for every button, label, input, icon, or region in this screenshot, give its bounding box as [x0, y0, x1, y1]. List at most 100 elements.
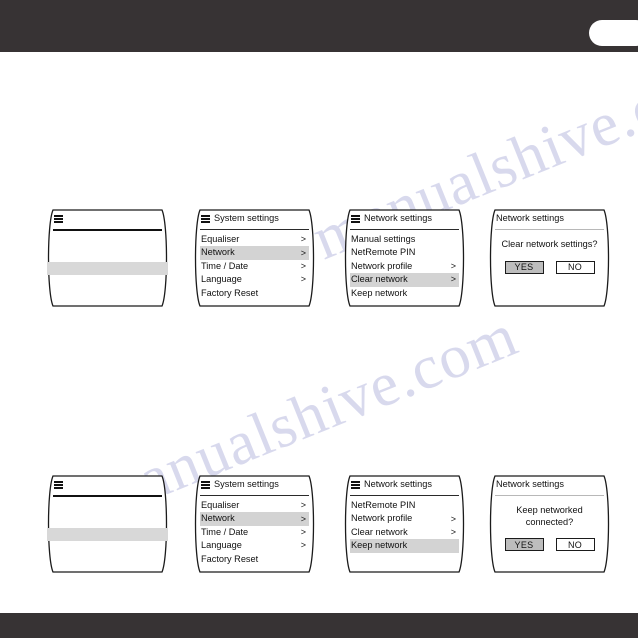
- menu-item-label: Equaliser: [201, 500, 240, 511]
- screen-title-row: [53, 212, 162, 226]
- chevron-right-icon: >: [300, 513, 306, 524]
- hamburger-menu-icon: [351, 215, 360, 223]
- screen-title: System settings: [214, 213, 279, 224]
- menu-item-network[interactable]: Network >: [200, 246, 309, 260]
- device-screen-network-settings-bottom: Network settings NetRemote PIN Network pro…: [343, 474, 466, 574]
- screen-content: [47, 212, 168, 304]
- menu-item-label: Language: [201, 274, 242, 285]
- flow-row-clear-network: System settings Equaliser > Network > Time / …: [0, 208, 638, 318]
- menu-item-label: Factory Reset: [201, 553, 259, 564]
- menu-item-label: Network: [201, 247, 235, 258]
- title-divider: [200, 229, 309, 230]
- menu-item-label: Time / Date: [201, 526, 249, 537]
- menu-list: Manual settings NetRemote PIN Network prof…: [350, 233, 459, 300]
- screen-title: Network settings: [496, 213, 564, 224]
- hamburger-menu-icon: [351, 481, 360, 489]
- menu-item-language[interactable]: Language >: [200, 273, 309, 286]
- menu-item-factory-reset[interactable]: Factory Reset: [200, 287, 309, 300]
- menu-item-time-date[interactable]: Time / Date >: [200, 260, 309, 273]
- device-screen-now-playing-blank-top: [46, 208, 169, 308]
- flow-row-keep-network: System settings Equaliser > Network > Time / …: [0, 474, 638, 584]
- menu-item-label: NetRemote PIN: [351, 500, 416, 511]
- menu-item-network[interactable]: Network >: [200, 512, 309, 526]
- menu-item-label: Network: [201, 513, 235, 524]
- chevron-right-icon: >: [300, 234, 306, 245]
- menu-item-network-profile[interactable]: Network profile >: [350, 512, 459, 525]
- screen-title: System settings: [214, 479, 279, 490]
- device-screen-now-playing-blank-bottom: [46, 474, 169, 574]
- now-playing-highlight-bar: [47, 262, 168, 275]
- chevron-right-icon: >: [300, 260, 306, 271]
- screen-content: Network settings Clear network settings? Y…: [495, 212, 604, 304]
- menu-item-label: Network profile: [351, 260, 413, 271]
- menu-list: NetRemote PIN Network profile > Clear netwo…: [350, 499, 459, 553]
- menu-item-label: Clear network: [351, 274, 408, 285]
- menu-item-equaliser[interactable]: Equaliser >: [200, 499, 309, 512]
- menu-item-label: Clear network: [351, 526, 408, 537]
- screen-content: System settings Equaliser > Network > Time / …: [200, 478, 309, 570]
- yes-button[interactable]: YES: [504, 260, 544, 274]
- menu-item-network-profile[interactable]: Network profile >: [350, 260, 459, 273]
- menu-list: Equaliser > Network > Time / Date > Language > F…: [200, 233, 309, 300]
- device-screen-system-settings-top: System settings Equaliser > Network > Time / …: [193, 208, 316, 308]
- menu-item-time-date[interactable]: Time / Date >: [200, 526, 309, 539]
- menu-item-label: Equaliser: [201, 234, 240, 245]
- menu-item-language[interactable]: Language >: [200, 539, 309, 552]
- device-screen-keep-network-confirm: Network settings Keep networked connected?…: [488, 474, 611, 574]
- title-divider: [53, 495, 162, 497]
- title-divider: [53, 229, 162, 231]
- menu-item-keep-network[interactable]: Keep network: [350, 287, 459, 300]
- chevron-right-icon: >: [450, 526, 456, 537]
- menu-item-label: NetRemote PIN: [351, 247, 416, 258]
- screen-title: Network settings: [364, 213, 432, 224]
- top-bar-pill-button[interactable]: [589, 20, 638, 46]
- chevron-right-icon: >: [450, 260, 456, 271]
- chevron-right-icon: >: [300, 500, 306, 511]
- no-button[interactable]: NO: [555, 538, 595, 551]
- menu-item-keep-network[interactable]: Keep network: [350, 539, 459, 553]
- menu-item-label: Network profile: [351, 513, 413, 524]
- hamburger-menu-icon: [201, 215, 210, 223]
- menu-item-clear-network[interactable]: Clear network >: [350, 526, 459, 539]
- menu-item-manual-settings[interactable]: Manual settings: [350, 233, 459, 246]
- dialog-button-group: YES NO: [495, 538, 604, 551]
- hamburger-menu-icon: [54, 215, 63, 223]
- now-playing-highlight-bar: [47, 528, 168, 541]
- menu-item-factory-reset[interactable]: Factory Reset: [200, 553, 309, 566]
- screen-content: Network settings Keep networked connected?…: [495, 478, 604, 570]
- no-button[interactable]: NO: [555, 260, 595, 274]
- screen-content: System settings Equaliser > Network > Time / …: [200, 212, 309, 304]
- screen-title-row: [53, 478, 162, 492]
- chevron-right-icon: >: [300, 526, 306, 537]
- chevron-right-icon: >: [300, 247, 306, 258]
- device-screen-clear-network-confirm: Network settings Clear network settings? Y…: [488, 208, 611, 308]
- chevron-right-icon: >: [300, 274, 306, 285]
- browser-bottom-bar: [0, 613, 638, 638]
- screen-title: Network settings: [496, 479, 564, 490]
- title-divider: [350, 229, 459, 230]
- screen-title-row: Network settings: [350, 212, 459, 226]
- yes-button[interactable]: YES: [504, 538, 544, 551]
- menu-item-equaliser[interactable]: Equaliser >: [200, 233, 309, 246]
- dialog-message-line: Clear network settings?: [501, 239, 598, 249]
- dialog-message: Clear network settings?: [495, 239, 604, 251]
- menu-item-label: Manual settings: [351, 234, 416, 245]
- title-divider: [200, 495, 309, 496]
- device-screen-network-settings-top: Network settings Manual settings NetRemote…: [343, 208, 466, 308]
- screen-content: Network settings Manual settings NetRemote…: [350, 212, 459, 304]
- dialog-button-group: YES NO: [495, 260, 604, 274]
- dialog-message: Keep networked connected?: [495, 505, 604, 528]
- chevron-right-icon: >: [300, 540, 306, 551]
- chevron-right-icon: >: [450, 274, 456, 285]
- menu-item-netremote-pin[interactable]: NetRemote PIN: [350, 499, 459, 512]
- menu-list: Equaliser > Network > Time / Date > Language > F…: [200, 499, 309, 566]
- browser-top-bar: [0, 0, 638, 52]
- screen-content: Network settings NetRemote PIN Network pro…: [350, 478, 459, 570]
- menu-item-clear-network[interactable]: Clear network >: [350, 273, 459, 287]
- screen-content: [47, 478, 168, 570]
- device-screen-system-settings-bottom: System settings Equaliser > Network > Time / …: [193, 474, 316, 574]
- menu-item-netremote-pin[interactable]: NetRemote PIN: [350, 246, 459, 259]
- menu-item-label: Time / Date: [201, 260, 249, 271]
- hamburger-menu-icon: [201, 481, 210, 489]
- screen-title-row: Network settings: [350, 478, 459, 492]
